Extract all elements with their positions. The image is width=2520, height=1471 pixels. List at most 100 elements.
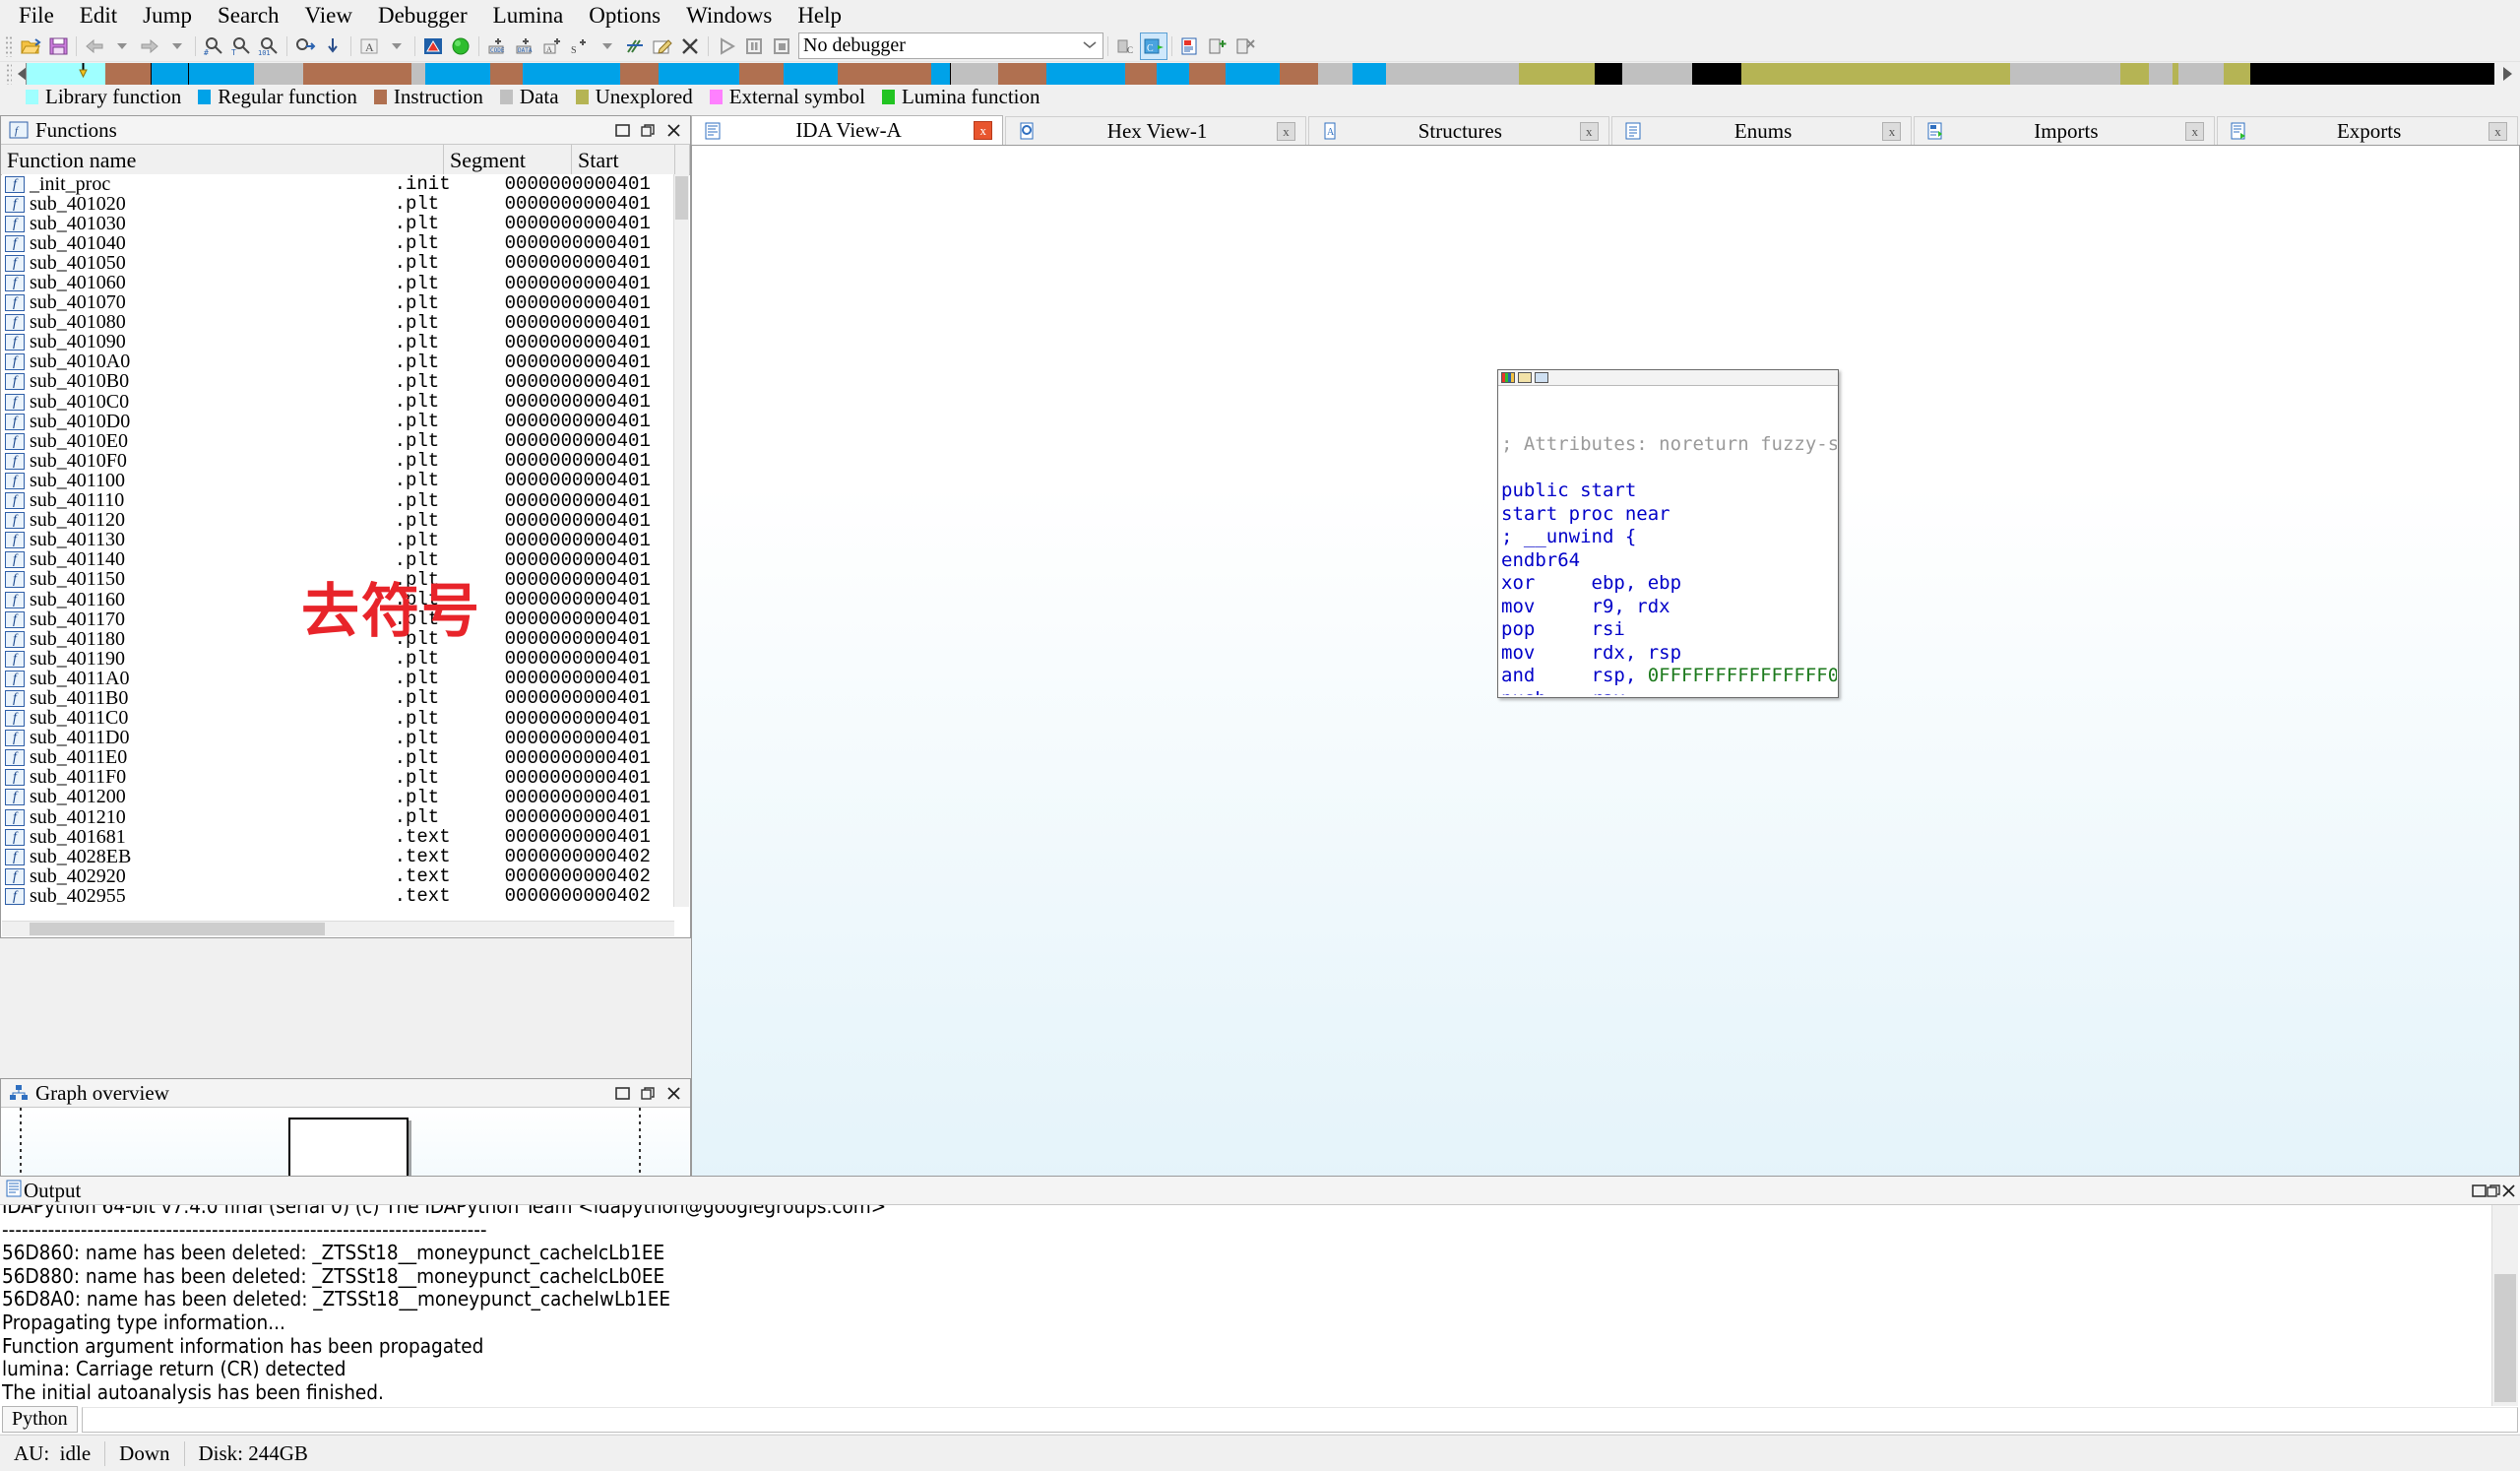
navigation-cursor[interactable] xyxy=(79,63,86,85)
functions-horizontal-scrollbar[interactable] xyxy=(2,921,674,936)
maximize-icon[interactable] xyxy=(2472,1179,2487,1203)
table-row[interactable]: fsub_402955.text0000000000402 xyxy=(2,886,674,906)
toolbar-grip[interactable] xyxy=(5,35,14,57)
code-line[interactable]: mov rdx, rsp xyxy=(1501,642,1837,666)
menu-item-view[interactable]: View xyxy=(292,1,365,31)
close-icon[interactable]: x xyxy=(2488,122,2507,141)
table-row[interactable]: fsub_4011F0.plt0000000000401 xyxy=(2,768,674,788)
code-line[interactable]: and rsp, 0FFFFFFFFFFFFFFF0h xyxy=(1501,665,1837,688)
tab-hex-view-1[interactable]: Hex View-1x xyxy=(1005,116,1306,145)
restore-icon[interactable] xyxy=(2487,1179,2501,1203)
menu-item-help[interactable]: Help xyxy=(785,1,854,31)
close-icon[interactable]: x xyxy=(2185,122,2204,141)
navigation-band[interactable] xyxy=(0,62,2520,86)
tab-imports[interactable]: Importsx xyxy=(1914,116,2215,145)
table-row[interactable]: fsub_4011A0.plt0000000000401 xyxy=(2,669,674,688)
python-mode-button[interactable]: Python xyxy=(2,1406,78,1433)
code-line[interactable] xyxy=(1501,457,1837,480)
table-row[interactable]: fsub_4028EB.text0000000000402 xyxy=(2,847,674,866)
table-row[interactable]: fsub_401210.plt0000000000401 xyxy=(2,807,674,827)
table-row[interactable]: fsub_401080.plt0000000000401 xyxy=(2,313,674,333)
lumina-push-icon[interactable] xyxy=(1205,33,1230,59)
restore-icon[interactable] xyxy=(635,119,661,141)
close-icon[interactable]: x xyxy=(1580,122,1599,141)
table-row[interactable]: fsub_401200.plt0000000000401 xyxy=(2,788,674,807)
back-arrow-icon[interactable] xyxy=(82,33,107,59)
code-line[interactable] xyxy=(1501,411,1837,434)
tab-enums[interactable]: Enumsx xyxy=(1611,116,1913,145)
make-struct-icon[interactable]: S xyxy=(567,33,593,59)
lumina-delete-icon[interactable] xyxy=(1232,33,1258,59)
table-row[interactable]: fsub_4010B0.plt0000000000401 xyxy=(2,372,674,392)
table-row[interactable]: fsub_401681.text0000000000401 xyxy=(2,827,674,847)
menu-item-debugger[interactable]: Debugger xyxy=(365,1,480,31)
close-icon[interactable] xyxy=(661,1082,686,1104)
code-line[interactable]: public start xyxy=(1501,480,1837,503)
table-row[interactable]: fsub_402920.text0000000000402 xyxy=(2,866,674,886)
code-line[interactable]: mov r9, rdx xyxy=(1501,596,1837,619)
table-row[interactable]: fsub_4011C0.plt0000000000401 xyxy=(2,709,674,729)
close-icon[interactable]: x xyxy=(974,121,992,140)
forward-arrow-icon[interactable] xyxy=(137,33,162,59)
table-row[interactable]: fsub_401110.plt0000000000401 xyxy=(2,491,674,511)
output-scrollbar[interactable] xyxy=(2491,1205,2518,1406)
tab-exports[interactable]: Exportsx xyxy=(2217,116,2518,145)
code-line[interactable] xyxy=(1501,387,1837,411)
navigation-strip[interactable] xyxy=(26,63,2494,85)
scrollbar-thumb[interactable] xyxy=(30,923,325,935)
table-row[interactable]: fsub_4010E0.plt0000000000401 xyxy=(2,431,674,451)
table-row[interactable]: f_init_proc.init0000000000401 xyxy=(2,174,674,194)
toggle-ascii-icon[interactable]: A xyxy=(356,33,382,59)
delete-icon[interactable] xyxy=(677,33,703,59)
forward-dropdown-icon[interactable] xyxy=(164,33,190,59)
maximize-icon[interactable] xyxy=(609,1082,635,1104)
tab-ida-view-a[interactable]: IDA View-Ax xyxy=(691,115,1003,145)
node-properties-icon[interactable] xyxy=(1535,372,1548,383)
undefine-icon[interactable] xyxy=(622,33,648,59)
table-row[interactable]: fsub_401070.plt0000000000401 xyxy=(2,293,674,313)
edit-function-icon[interactable] xyxy=(650,33,675,59)
nav-scroll-left-icon[interactable] xyxy=(0,62,26,86)
table-row[interactable]: fsub_401130.plt0000000000401 xyxy=(2,531,674,550)
chevron-down-icon[interactable] xyxy=(1081,37,1099,54)
close-icon[interactable]: x xyxy=(1277,122,1295,141)
search-hash-icon[interactable]: # xyxy=(201,33,226,59)
decompile-active-icon[interactable]: C xyxy=(1141,33,1166,59)
edit-node-icon[interactable] xyxy=(1518,372,1532,383)
table-row[interactable]: fsub_4010F0.plt0000000000401 xyxy=(2,451,674,471)
close-icon[interactable]: x xyxy=(1882,122,1901,141)
functions-vertical-scrollbar[interactable] xyxy=(673,174,689,907)
table-row[interactable]: fsub_401090.plt0000000000401 xyxy=(2,333,674,352)
close-icon[interactable] xyxy=(2501,1179,2516,1203)
output-log[interactable]: IDAPython 64-bit v7.4.0 final (serial 0)… xyxy=(2,1205,2490,1406)
jump-xref-icon[interactable] xyxy=(292,33,318,59)
code-line[interactable]: xor ebp, ebp xyxy=(1501,572,1837,596)
close-icon[interactable] xyxy=(661,119,686,141)
run-green-icon[interactable] xyxy=(448,33,473,59)
table-row[interactable]: fsub_401040.plt0000000000401 xyxy=(2,233,674,253)
search-text-icon[interactable]: T xyxy=(228,33,254,59)
table-row[interactable]: fsub_401120.plt0000000000401 xyxy=(2,511,674,531)
menu-item-lumina[interactable]: Lumina xyxy=(480,1,577,31)
table-row[interactable]: fsub_401100.plt0000000000401 xyxy=(2,471,674,490)
code-line[interactable]: pop rsi xyxy=(1501,618,1837,642)
restore-icon[interactable] xyxy=(635,1082,661,1104)
menu-item-jump[interactable]: Jump xyxy=(130,1,205,31)
save-icon[interactable] xyxy=(45,33,71,59)
table-row[interactable]: fsub_4011E0.plt0000000000401 xyxy=(2,748,674,768)
maximize-icon[interactable] xyxy=(609,119,635,141)
table-row[interactable]: fsub_4010C0.plt0000000000401 xyxy=(2,392,674,412)
color-palette-icon[interactable] xyxy=(1501,372,1515,383)
graph-node-start[interactable]: ; Attributes: noreturn fuzzy-sp public s… xyxy=(1497,369,1839,698)
code-line[interactable]: ; Attributes: noreturn fuzzy-sp xyxy=(1501,433,1837,457)
scrollbar-thumb[interactable] xyxy=(675,176,688,220)
menu-item-options[interactable]: Options xyxy=(576,1,673,31)
table-row[interactable]: fsub_401050.plt0000000000401 xyxy=(2,253,674,273)
menu-item-file[interactable]: File xyxy=(6,1,67,31)
make-struct-dropdown-icon[interactable] xyxy=(595,33,620,59)
table-row[interactable]: fsub_401060.plt0000000000401 xyxy=(2,273,674,292)
make-code-icon[interactable]: CODE xyxy=(484,33,510,59)
make-array-icon[interactable]: A xyxy=(539,33,565,59)
menu-item-windows[interactable]: Windows xyxy=(673,1,785,31)
menu-item-edit[interactable]: Edit xyxy=(67,1,130,31)
